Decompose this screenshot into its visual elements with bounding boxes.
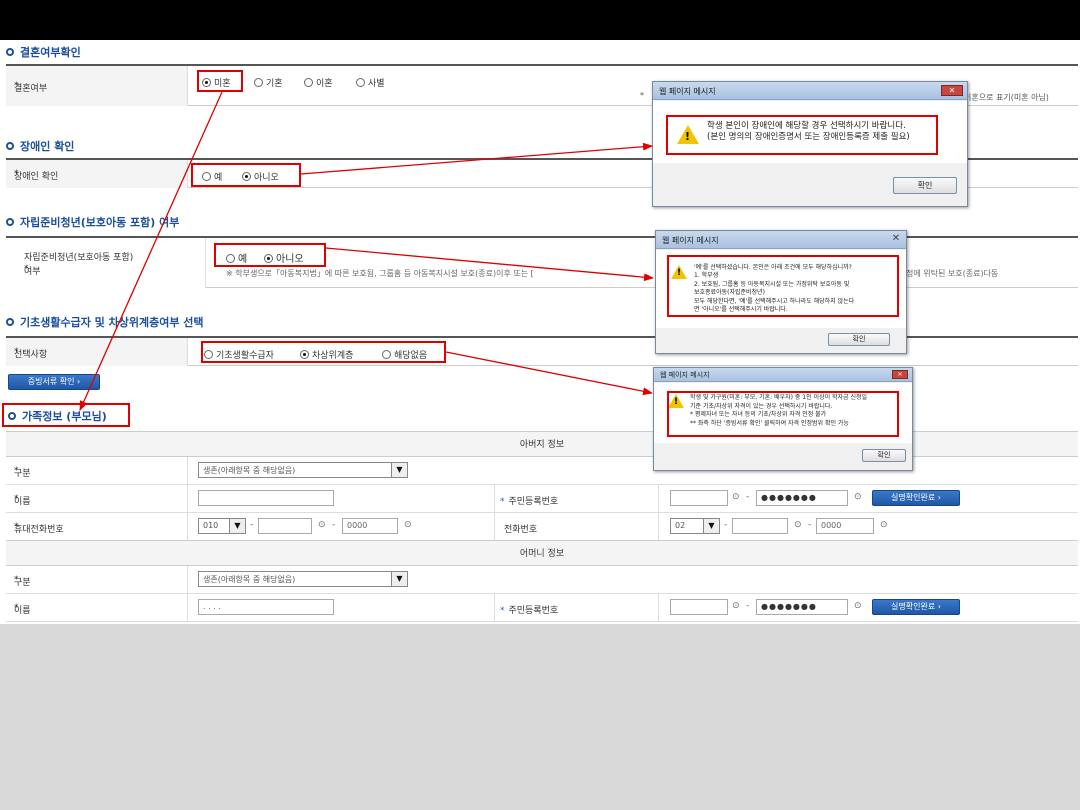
annotation-arrows — [79, 91, 654, 411]
arrow-basic-living-to-dialog — [445, 351, 653, 396]
arrow-disability-to-dialog — [300, 142, 653, 175]
top-black-bar — [0, 0, 1080, 40]
arrow-independent-to-dialog — [325, 247, 654, 282]
arrow-marital-to-family — [79, 91, 223, 411]
form-page: 결혼여부확인 * 결혼여부 미혼 기혼 이혼 사별 * 이혼으로 표기(미혼 아님… — [0, 40, 1080, 624]
